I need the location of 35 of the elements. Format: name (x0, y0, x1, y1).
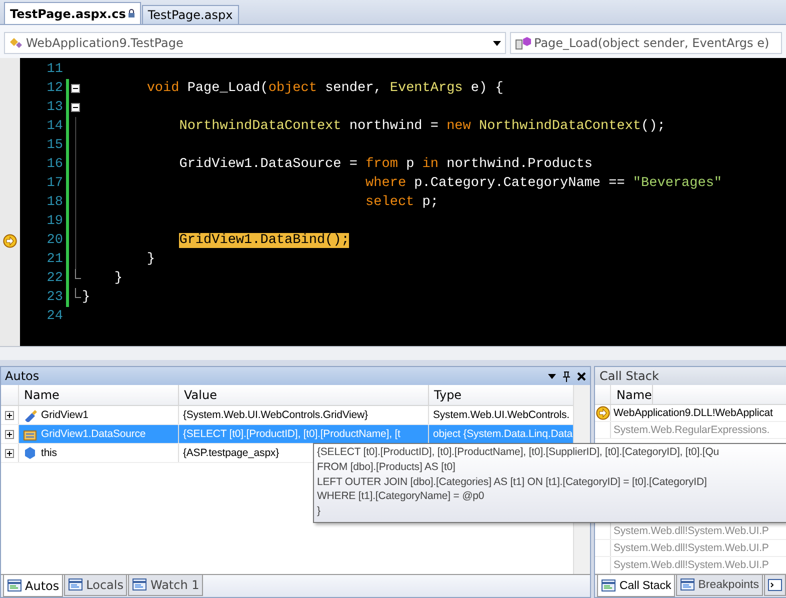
line-number: 20 (46, 232, 64, 250)
line-number: 16 (46, 156, 64, 174)
line-number: 22 (46, 270, 64, 288)
code-line: } (113, 270, 124, 288)
tooltip-line: WHERE [t1].[CategoryName] = @p0 (317, 490, 484, 504)
variable-type: object {System.Data.Linq.Data (433, 428, 573, 440)
variable-type: System.Web.UI.WebControls. (433, 409, 570, 421)
code-line: NorthwindDataContext northwind = new NorthwindDataContext(); (178, 118, 666, 136)
code-line: void Page_Load(object sender, EventArgs e) { (146, 80, 504, 98)
pane-title: Call Stack (599, 369, 659, 383)
line-number: 21 (46, 251, 64, 269)
code-line: select p; (364, 194, 440, 212)
line-number: 13 (46, 99, 64, 117)
code-line: where p.Category.CategoryName == "Beverages" (364, 175, 724, 193)
line-number: 19 (46, 213, 64, 231)
tooltip-line: } (317, 505, 320, 520)
line-number: 24 (46, 308, 64, 326)
line-number: 11 (46, 61, 64, 79)
variable-name: GridView1.DataSource (41, 428, 146, 440)
line-number: 23 (46, 289, 64, 307)
code-line: } (82, 289, 92, 307)
line-number: 12 (46, 80, 64, 98)
variable-value: {System.Web.UI.WebControls.GridView} (179, 406, 429, 424)
line-number: 17 (46, 175, 64, 193)
line-number: 15 (46, 137, 64, 155)
tooltip-line: LEFT OUTER JOIN [dbo].[Categories] AS [t1] ON [t1].[CategoryID] = [t0].[CategoryID] (317, 476, 707, 490)
code-line: } (146, 251, 156, 269)
line-number: 18 (46, 194, 64, 212)
tooltip-line: FROM [dbo].[Products] AS [t0] (317, 460, 456, 475)
variable-value: {SELECT [t0].[ProductID], [t0].[ProductName], [t (179, 425, 429, 443)
line-number: 14 (46, 118, 64, 136)
pane-title: Autos (5, 369, 40, 383)
variable-name: this (41, 447, 57, 459)
variable-name: GridView1 (41, 409, 88, 421)
code-line: GridView1.DataSource = from p in northwind.Products (178, 156, 594, 174)
